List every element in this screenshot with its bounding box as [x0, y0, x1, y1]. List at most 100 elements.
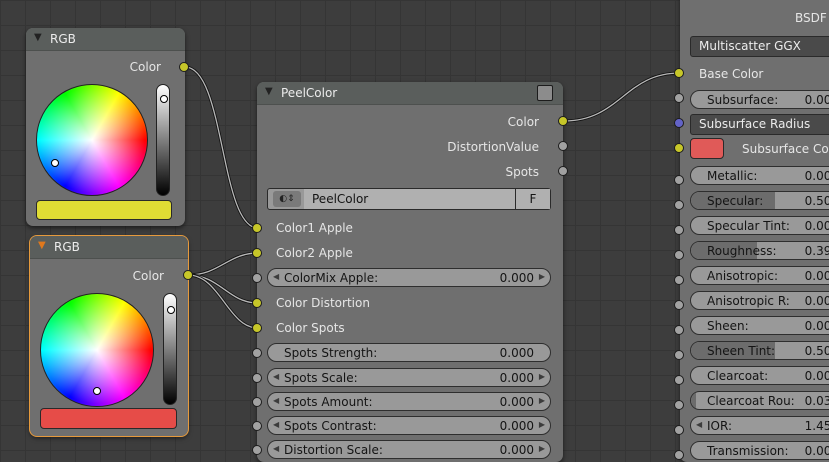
decrement-arrow-icon[interactable]: ◀ [273, 396, 279, 405]
bsdf-input-socket-11[interactable] [674, 450, 684, 460]
distribution-value: Multiscatter GGX [699, 39, 801, 53]
bsdf-input-socket-0[interactable] [674, 175, 684, 185]
increment-arrow-icon[interactable]: ▶ [539, 272, 545, 281]
field-label: Spots Scale: [284, 371, 358, 385]
peel-input-distortion-scale-socket[interactable] [252, 445, 262, 455]
field-label: Clearcoat Rou: [707, 394, 795, 408]
bsdf-input-socket-8[interactable] [674, 375, 684, 385]
color-swatch[interactable] [36, 200, 172, 220]
bsdf-field-clearcoat[interactable]: Clearcoat: 0.000 [690, 366, 829, 385]
field-value: 0.000 [804, 319, 829, 333]
spots-strength-field[interactable]: Spots Strength: 0.000 [267, 343, 551, 362]
color-wheel[interactable] [36, 84, 148, 196]
color-wheel[interactable] [40, 293, 154, 407]
spots-contrast-field[interactable]: ◀ Spots Contrast: 0.000 ▶ [267, 416, 551, 435]
distribution-dropdown[interactable]: Multiscatter GGX [690, 36, 829, 57]
field-value: 0.000 [499, 271, 534, 285]
decrement-arrow-icon[interactable]: ◀ [273, 420, 279, 429]
decrement-arrow-icon[interactable]: ◀ [273, 444, 279, 453]
value-slider-knob[interactable] [160, 95, 168, 103]
colormix-apple-field[interactable]: ◀ ColorMix Apple: 0.000 ▶ [267, 268, 551, 287]
group-name-field[interactable]: PeelColor [304, 189, 522, 209]
rgb-node-top[interactable]: ▼ RGB Color [26, 28, 185, 226]
collapse-arrow-icon[interactable]: ▼ [38, 240, 46, 251]
color-wheel-cursor[interactable] [51, 159, 59, 167]
peel-input-colormix-socket[interactable] [252, 273, 262, 283]
fake-user-button[interactable]: F [515, 189, 550, 209]
bsdf-input-subsurface-radius-socket[interactable] [674, 118, 684, 128]
increment-arrow-icon[interactable]: ▶ [539, 420, 545, 429]
peel-input-distortion-socket[interactable] [252, 298, 262, 308]
increment-arrow-icon[interactable]: ▶ [539, 372, 545, 381]
field-label: Distortion Scale: [284, 443, 383, 457]
increment-arrow-icon[interactable]: ▶ [539, 396, 545, 405]
bsdf-field-clearcoat-rou[interactable]: Clearcoat Rou: 0.030 [690, 391, 829, 410]
field-label: Spots Amount: [284, 395, 373, 409]
rgb-bottom-output-socket[interactable] [183, 270, 193, 280]
field-value: 0.500 [804, 194, 829, 208]
bsdf-field-sheen[interactable]: Sheen: 0.000 [690, 316, 829, 335]
rgb-node-top-header[interactable]: ▼ RGB [26, 28, 185, 51]
decrement-arrow-icon[interactable]: ◀ [696, 420, 702, 429]
bsdf-field-metallic[interactable]: Metallic: 0.000 [690, 166, 829, 185]
bsdf-input-socket-7[interactable] [674, 350, 684, 360]
peel-input-spots-contrast-socket[interactable] [252, 421, 262, 431]
peel-output-spots-socket[interactable] [558, 166, 568, 176]
bsdf-input-socket-3[interactable] [674, 250, 684, 260]
collapse-arrow-icon[interactable]: ▼ [34, 32, 42, 43]
bsdf-field-specular-tint[interactable]: Specular Tint: 0.000 [690, 216, 829, 235]
bsdf-input-socket-4[interactable] [674, 275, 684, 285]
group-datablock-selector[interactable]: ◐⇕ PeelColor F [267, 188, 551, 210]
subsurface-radius-dropdown[interactable]: Subsurface Radius [690, 114, 829, 135]
decrement-arrow-icon[interactable]: ◀ [273, 272, 279, 281]
bsdf-input-socket-6[interactable] [674, 325, 684, 335]
node-group-icon[interactable] [537, 85, 553, 101]
color-swatch[interactable] [40, 408, 177, 429]
distortion-scale-field[interactable]: ◀ Distortion Scale: 0.000 ▶ [267, 440, 551, 459]
spots-amount-field[interactable]: ◀ Spots Amount: 0.000 ▶ [267, 392, 551, 411]
field-value: 0.392 [804, 244, 829, 258]
bsdf-input-base-color-socket[interactable] [674, 68, 684, 78]
field-value: 0.000 [804, 369, 829, 383]
peel-input-spots-amount-socket[interactable] [252, 397, 262, 407]
spots-scale-field[interactable]: ◀ Spots Scale: 0.000 ▶ [267, 368, 551, 387]
peel-input-color2-socket[interactable] [252, 248, 262, 258]
rgb-node-bottom-header[interactable]: ▼ RGB [30, 236, 188, 259]
bsdf-field-sheen-tint[interactable]: Sheen Tint: 0.500 [690, 341, 829, 360]
collapse-arrow-icon[interactable]: ▼ [265, 86, 273, 97]
bsdf-input-socket-9[interactable] [674, 400, 684, 410]
rgb-top-output-socket[interactable] [179, 62, 189, 72]
peel-output-color-socket[interactable] [558, 116, 568, 126]
bsdf-field-roughness[interactable]: Roughness: 0.392 [690, 241, 829, 260]
peelcolor-node[interactable]: ▼ PeelColor Color DistortionValue Spots … [257, 82, 563, 462]
peel-input-spots-strength-socket[interactable] [252, 348, 262, 358]
peel-output-distortion-socket[interactable] [558, 141, 568, 151]
value-slider-knob[interactable] [167, 306, 175, 314]
decrement-arrow-icon[interactable]: ◀ [273, 372, 279, 381]
bsdf-field-specular[interactable]: Specular: 0.500 [690, 191, 829, 210]
bsdf-input-subsurface-color-socket[interactable] [674, 143, 684, 153]
peelcolor-node-header[interactable]: ▼ PeelColor [257, 82, 563, 105]
peel-input-spots-socket[interactable] [252, 323, 262, 333]
increment-arrow-icon[interactable]: ▶ [539, 444, 545, 453]
bsdf-input-subsurface-socket[interactable] [674, 93, 684, 103]
principled-bsdf-node[interactable]: BSDF Multiscatter GGX Base Color Subsurf… [680, 0, 829, 462]
peel-input-color1-socket[interactable] [252, 223, 262, 233]
subsurface-field[interactable]: Subsurface: 0.000 [690, 90, 829, 109]
bsdf-field-anisotropic[interactable]: Anisotropic: 0.000 [690, 266, 829, 285]
peel-input-spots-scale-socket[interactable] [252, 373, 262, 383]
bsdf-input-socket-2[interactable] [674, 225, 684, 235]
rgb-node-bottom[interactable]: ▼ RGB Color [30, 236, 188, 436]
bsdf-input-socket-1[interactable] [674, 200, 684, 210]
bsdf-field-anisotropic-r[interactable]: Anisotropic R: 0.000 [690, 291, 829, 310]
group-icon[interactable]: ◐⇕ [273, 191, 301, 207]
subsurface-color-swatch[interactable] [690, 138, 724, 159]
bsdf-output-label: BSDF [795, 11, 827, 25]
field-value: 0.000 [804, 169, 829, 183]
bsdf-field-ior[interactable]: IOR: 1.450 ◀ [690, 416, 829, 435]
value-slider[interactable] [163, 293, 177, 405]
bsdf-input-socket-10[interactable] [674, 425, 684, 435]
bsdf-input-socket-5[interactable] [674, 300, 684, 310]
value-slider[interactable] [156, 84, 170, 196]
color-wheel-cursor[interactable] [93, 387, 101, 395]
